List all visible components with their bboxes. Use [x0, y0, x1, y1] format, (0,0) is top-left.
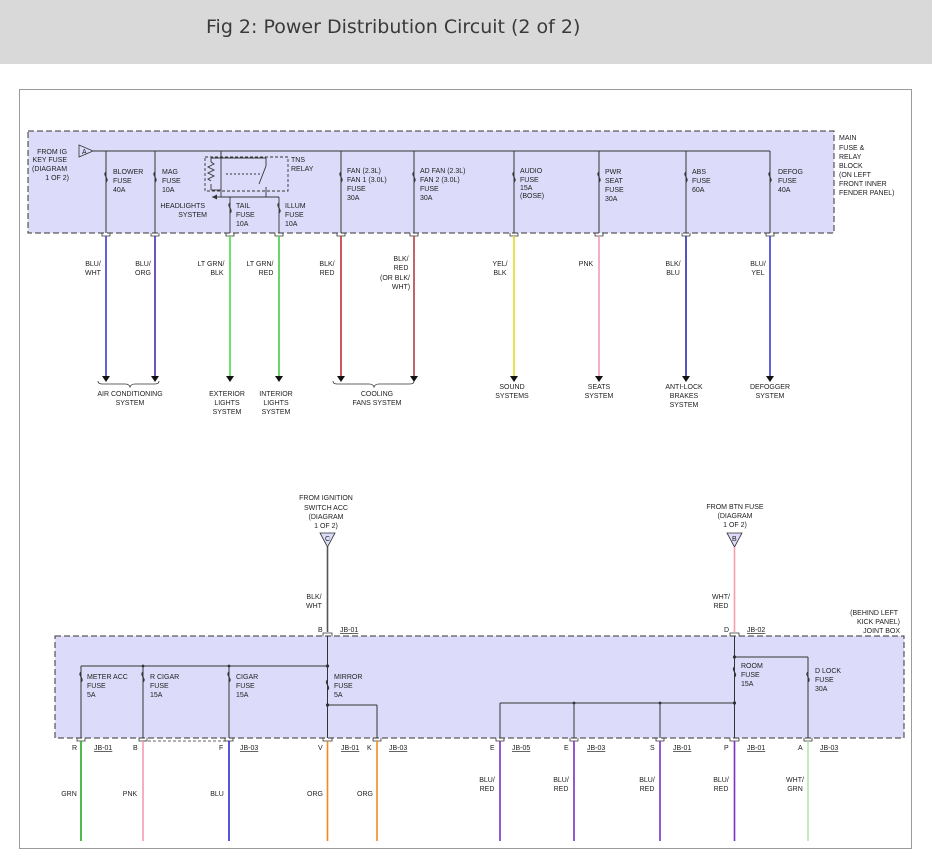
label-yel-blk: YEL/BLK — [492, 261, 507, 277]
system-arrowheads — [102, 376, 774, 382]
pin-a-jb03: A JB-03 — [798, 745, 838, 752]
cooling-fans-system-label: COOLING FANS SYSTEM — [352, 391, 401, 407]
label-wht-grn: WHT/GRN — [786, 777, 804, 793]
svg-text:A: A — [82, 149, 87, 156]
ignition-source-label: FROM IGNITION SWITCH ACC (DIAGRAM 1 OF 2) — [299, 495, 353, 530]
pin-r-jb01: R JB-01 — [72, 745, 112, 752]
interior-lights-system-label: INTERIOR LIGHTS SYSTEM — [259, 391, 292, 416]
label-grn: GRN — [61, 791, 77, 798]
pin-s-jb01: S JB-01 — [650, 745, 691, 752]
group-braces — [97, 380, 415, 389]
pin-v-jb01: V JB-01 — [318, 745, 359, 752]
label-blk-blu: BLK/BLU — [665, 261, 680, 277]
label-ltgrn-red: LT GRN/RED — [247, 261, 274, 277]
pin-p-jb01: P JB-01 — [724, 745, 765, 752]
label-pnk: PNK — [579, 261, 594, 268]
pin-b-out: B — [133, 745, 138, 752]
label-blu-red-3: BLU/RED — [639, 777, 655, 793]
defogger-system-label: DEFOGGER SYSTEM — [750, 384, 790, 400]
sound-systems-label: SOUND SYSTEMS — [495, 384, 529, 400]
svg-text:B: B — [732, 536, 737, 543]
label-org-1: ORG — [307, 791, 323, 798]
label-blu-red-4: BLU/RED — [713, 777, 729, 793]
pin-e-jb03: E JB-03 — [564, 745, 605, 752]
label-blu-wht: BLU/WHT — [85, 261, 102, 277]
pin-k-jb03: K JB-03 — [367, 745, 407, 752]
label-blu-org: BLU/ORG — [135, 261, 151, 277]
pin-e-jb05: E JB-05 — [490, 745, 530, 752]
label-blu-yel: BLU/YEL — [750, 261, 766, 277]
svg-text:C: C — [325, 536, 330, 543]
label-blu-red-2: BLU/RED — [553, 777, 569, 793]
connector-c: C — [319, 532, 336, 548]
label-blk-red-or: BLK/RED (OR BLK/WHT) — [380, 256, 410, 291]
pin-f-jb03: F JB-03 — [219, 745, 258, 752]
connector-b: B — [726, 532, 743, 548]
joint-box-label: (BEHIND LEFT KICK PANEL) JOINT BOX — [850, 610, 900, 635]
label-ltgrn-blk: LT GRN/BLK — [198, 261, 225, 277]
wiring-diagram: MAIN FUSE & RELAY BLOCK (ON LEFT FRONT I… — [27, 130, 905, 841]
label-org-2: ORG — [357, 791, 373, 798]
label-blk-red: BLK/RED — [319, 261, 334, 277]
label-blk-wht-ign: BLK/WHT — [306, 594, 323, 610]
exterior-lights-system-label: EXTERIOR LIGHTS SYSTEM — [209, 391, 245, 416]
label-blu-out: BLU — [210, 791, 224, 798]
air-conditioning-system-label: AIR CONDITIONING SYSTEM — [97, 391, 162, 407]
label-blu-red-1: BLU/RED — [479, 777, 495, 793]
joint-box — [54, 635, 905, 739]
label-wht-red-btn: WHT/RED — [712, 594, 730, 610]
btn-source-label: FROM BTN FUSE (DIAGRAM 1 OF 2) — [706, 504, 763, 529]
anti-lock-brakes-system-label: ANTI-LOCK BRAKES SYSTEM — [665, 384, 703, 409]
label-pnk-out: PNK — [123, 791, 138, 798]
seats-system-label: SEATS SYSTEM — [585, 384, 614, 400]
main-block-label: MAIN FUSE & RELAY BLOCK (ON LEFT FRONT I… — [839, 135, 895, 197]
